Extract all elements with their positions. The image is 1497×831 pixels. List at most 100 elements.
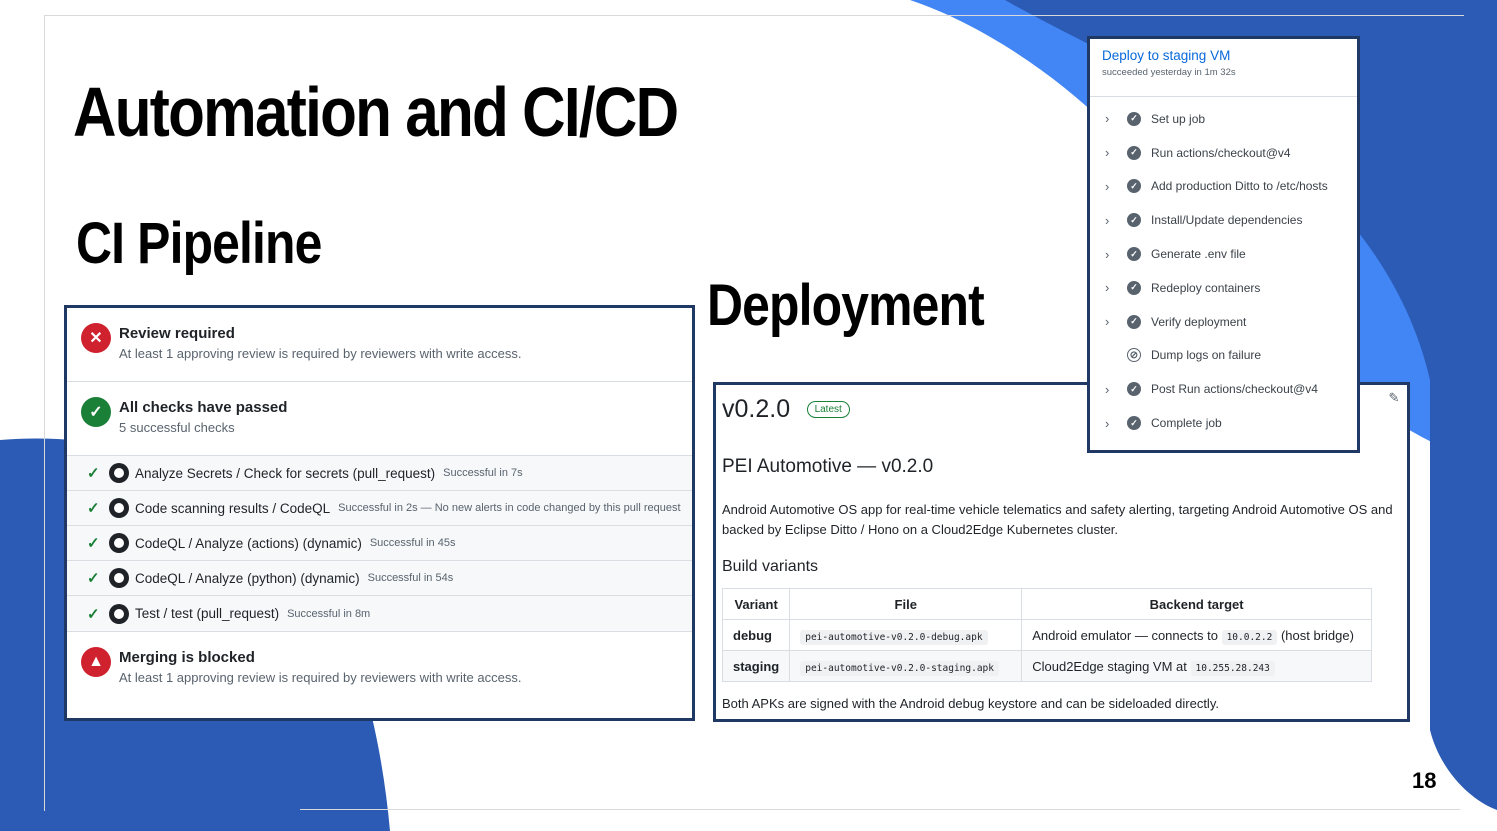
chevron-right-icon[interactable]: › — [1105, 247, 1127, 262]
check-name[interactable]: CodeQL / Analyze (actions) (dynamic) — [135, 536, 362, 551]
target-text: Android emulator — connects to — [1032, 627, 1218, 643]
target-text: Cloud2Edge staging VM at — [1032, 658, 1187, 674]
step-name: Set up job — [1151, 111, 1206, 126]
chevron-right-icon[interactable]: › — [1105, 314, 1127, 329]
check-circle-icon: ✓ — [1127, 247, 1141, 262]
check-meta: Successful in 2s — No new alerts in code… — [338, 502, 681, 514]
build-variants-table: Variant File Backend target debug pei-au… — [721, 588, 1372, 682]
check-meta: Successful in 7s — [443, 467, 523, 479]
chevron-right-icon[interactable]: › — [1105, 416, 1127, 431]
file-code: pei-automotive-v0.2.0-debug.apk — [800, 629, 988, 645]
step-name: Dump logs on failure — [1151, 348, 1262, 363]
job-step[interactable]: › ✓ Add production Ditto to /etc/hosts — [1090, 170, 1357, 204]
step-name: Redeploy containers — [1151, 280, 1261, 295]
release-version[interactable]: v0.2.0 — [722, 395, 790, 424]
step-name: Run actions/checkout@v4 — [1151, 145, 1291, 160]
job-step[interactable]: › ✓ Install/Update dependencies — [1090, 203, 1357, 237]
checks-passed-block[interactable]: ✓ All checks have passed 5 successful ch… — [67, 382, 692, 456]
job-subtitle: succeeded yesterday in 1m 32s — [1102, 67, 1236, 78]
table-header-row: Variant File Backend target — [721, 588, 1372, 620]
check-row[interactable]: ✓ Analyze Secrets / Check for secrets (p… — [67, 456, 692, 491]
table-row: staging pei-automotive-v0.2.0-staging.ap… — [721, 650, 1372, 682]
check-name[interactable]: Analyze Secrets / Check for secrets (pul… — [135, 466, 435, 481]
column-header: Backend target — [1021, 588, 1372, 620]
job-header: Deploy to staging VM succeeded yesterday… — [1090, 39, 1357, 97]
check-name[interactable]: Code scanning results / CodeQL — [135, 501, 330, 516]
checks-passed-title: All checks have passed — [119, 399, 288, 416]
chevron-right-icon[interactable]: › — [1105, 280, 1127, 295]
step-name: Complete job — [1151, 416, 1222, 431]
check-icon: ✓ — [87, 605, 100, 623]
check-row[interactable]: ✓ Code scanning results / CodeQL Success… — [67, 491, 692, 526]
github-logo-icon — [109, 463, 129, 483]
check-icon: ✓ — [87, 570, 100, 587]
github-logo-icon — [109, 498, 129, 518]
backend-target-cell: Android emulator — connects to 10.0.2.2 … — [1021, 619, 1372, 651]
table-row: debug pei-automotive-v0.2.0-debug.apk An… — [721, 619, 1372, 651]
merging-blocked-block: ▲ Merging is blocked At least 1 approvin… — [67, 631, 692, 705]
ci-pipeline-heading: CI Pipeline — [76, 211, 322, 276]
check-circle-icon: ✓ — [1127, 382, 1141, 397]
alert-triangle-icon: ▲ — [81, 647, 111, 677]
target-suffix: (host bridge) — [1280, 627, 1354, 643]
job-step[interactable]: › ✓ Generate .env file — [1090, 237, 1357, 271]
check-row[interactable]: ✓ Test / test (pull_request) Successful … — [67, 596, 692, 631]
check-circle-icon: ✓ — [81, 397, 111, 427]
review-required-title: Review required — [119, 325, 235, 342]
check-row[interactable]: ✓ CodeQL / Analyze (actions) (dynamic) S… — [67, 526, 692, 561]
check-name[interactable]: Test / test (pull_request) — [135, 606, 279, 621]
backend-target-cell: Cloud2Edge staging VM at 10.255.28.243 — [1021, 650, 1372, 682]
check-circle-icon: ✓ — [1127, 280, 1141, 295]
job-step[interactable]: › ✓ Set up job — [1090, 102, 1357, 136]
job-step: ⊘ Dump logs on failure — [1090, 339, 1357, 373]
chevron-right-icon[interactable]: › — [1105, 111, 1127, 126]
job-step[interactable]: › ✓ Post Run actions/checkout@v4 — [1090, 372, 1357, 406]
review-required-desc: At least 1 approving review is required … — [119, 346, 522, 361]
job-step[interactable]: › ✓ Run actions/checkout@v4 — [1090, 136, 1357, 170]
check-icon: ✓ — [87, 535, 100, 552]
job-step[interactable]: › ✓ Complete job — [1090, 406, 1357, 440]
checks-list: ✓ Analyze Secrets / Check for secrets (p… — [67, 456, 692, 631]
job-step[interactable]: › ✓ Verify deployment — [1090, 305, 1357, 339]
file-cell: pei-automotive-v0.2.0-staging.apk — [789, 650, 1023, 682]
check-circle-icon: ✓ — [1127, 213, 1141, 228]
check-circle-icon: ✓ — [1127, 179, 1141, 194]
job-title[interactable]: Deploy to staging VM — [1102, 48, 1357, 63]
check-circle-icon: ✓ — [1127, 145, 1141, 160]
step-name: Verify deployment — [1151, 314, 1247, 329]
x-circle-icon: ✕ — [81, 323, 111, 353]
chevron-right-icon[interactable]: › — [1105, 213, 1127, 228]
target-code: 10.0.2.2 — [1221, 629, 1278, 645]
release-footer-note: Both APKs are signed with the Android de… — [722, 696, 1219, 711]
check-circle-icon: ✓ — [1127, 111, 1141, 126]
check-row[interactable]: ✓ CodeQL / Analyze (python) (dynamic) Su… — [67, 561, 692, 596]
slide-title: Automation and CI/CD — [73, 73, 679, 151]
release-description: Android Automotive OS app for real-time … — [722, 502, 1393, 537]
variant-cell: staging — [721, 650, 791, 682]
column-header: File — [789, 588, 1023, 620]
check-name[interactable]: CodeQL / Analyze (python) (dynamic) — [135, 571, 360, 586]
page-number: 18 — [1412, 768, 1437, 793]
check-circle-icon: ✓ — [1127, 314, 1141, 329]
skipped-icon: ⊘ — [1127, 348, 1141, 363]
check-circle-icon: ✓ — [1127, 416, 1141, 431]
step-name: Install/Update dependencies — [1151, 213, 1303, 228]
build-variants-heading: Build variants — [722, 558, 819, 575]
chevron-right-icon[interactable]: › — [1105, 382, 1127, 397]
check-meta: Successful in 54s — [367, 572, 454, 584]
check-meta: Successful in 45s — [369, 537, 456, 549]
deployment-heading: Deployment — [707, 273, 985, 338]
checks-passed-desc: 5 successful checks — [119, 420, 235, 435]
pencil-icon[interactable]: ✎ — [1385, 389, 1403, 407]
ci-merge-status-panel: ✕ Review required At least 1 approving r… — [64, 305, 695, 721]
job-step[interactable]: › ✓ Redeploy containers — [1090, 271, 1357, 305]
merging-blocked-title: Merging is blocked — [119, 649, 255, 666]
step-name: Post Run actions/checkout@v4 — [1151, 382, 1318, 397]
slide-bottom-line — [300, 809, 1460, 810]
step-name: Generate .env file — [1151, 247, 1246, 262]
file-cell: pei-automotive-v0.2.0-debug.apk — [789, 619, 1023, 651]
chevron-right-icon[interactable]: › — [1105, 145, 1127, 160]
column-header: Variant — [721, 588, 791, 620]
latest-badge: Latest — [806, 401, 850, 418]
chevron-right-icon[interactable]: › — [1105, 179, 1127, 194]
